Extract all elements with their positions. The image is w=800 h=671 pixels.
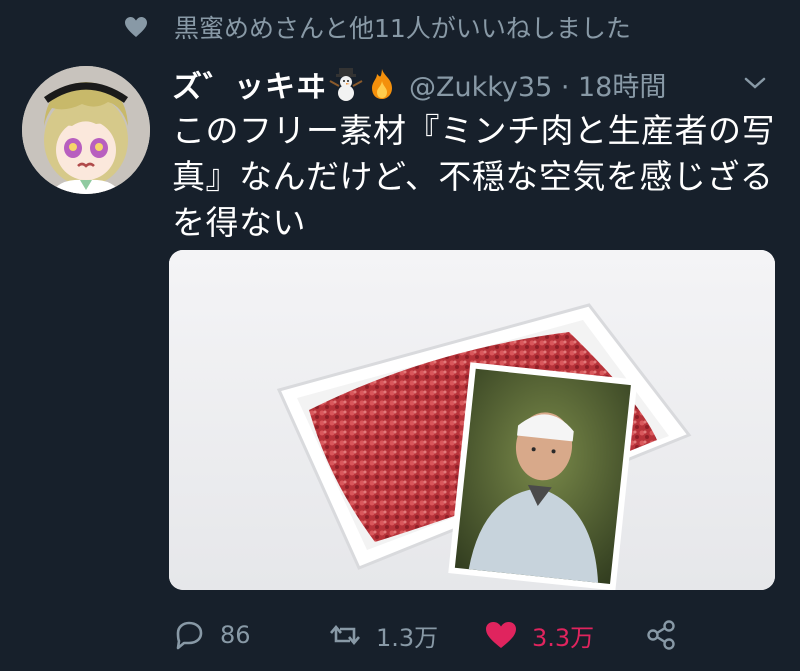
like-count: 3.3万 bbox=[532, 623, 595, 652]
snowman-icon bbox=[329, 68, 363, 101]
reply-icon bbox=[176, 621, 203, 650]
social-context[interactable]: 黒蜜めめさんと他11人がいいねしました bbox=[124, 8, 631, 46]
heart-filled-icon bbox=[486, 622, 516, 648]
media-photo bbox=[169, 250, 775, 590]
chevron-down-icon[interactable] bbox=[742, 72, 768, 94]
retweet-icon bbox=[330, 624, 360, 646]
share-icon bbox=[647, 620, 675, 650]
avatar[interactable] bbox=[22, 66, 150, 194]
retweet-button[interactable]: 1.3万 bbox=[328, 612, 438, 658]
heart-icon bbox=[125, 17, 147, 37]
tweet-text: このフリー素材『ミンチ肉と生産者の写真』なんだけど、不穏な空気を感じざるを得ない bbox=[172, 111, 775, 242]
share-button[interactable] bbox=[644, 612, 692, 658]
tweet-actions: 86 1.3万 3.3万 bbox=[172, 612, 692, 658]
reply-button[interactable]: 86 bbox=[172, 612, 251, 658]
tweet-header: ズ゛ッキヰ @Zukky35 · 18時間 bbox=[172, 62, 782, 106]
tweet-media[interactable] bbox=[169, 250, 775, 590]
like-button[interactable]: 3.3万 bbox=[484, 612, 594, 658]
reply-count: 86 bbox=[220, 621, 251, 649]
retweet-count: 1.3万 bbox=[376, 623, 439, 652]
handle-and-timestamp[interactable]: @Zukky35 · 18時間 bbox=[409, 65, 666, 104]
fire-icon bbox=[372, 69, 392, 99]
display-name[interactable]: ズ゛ッキヰ bbox=[172, 62, 327, 106]
social-context-text: 黒蜜めめさんと他11人がいいねしました bbox=[174, 14, 631, 43]
avatar-illustration bbox=[22, 66, 150, 194]
